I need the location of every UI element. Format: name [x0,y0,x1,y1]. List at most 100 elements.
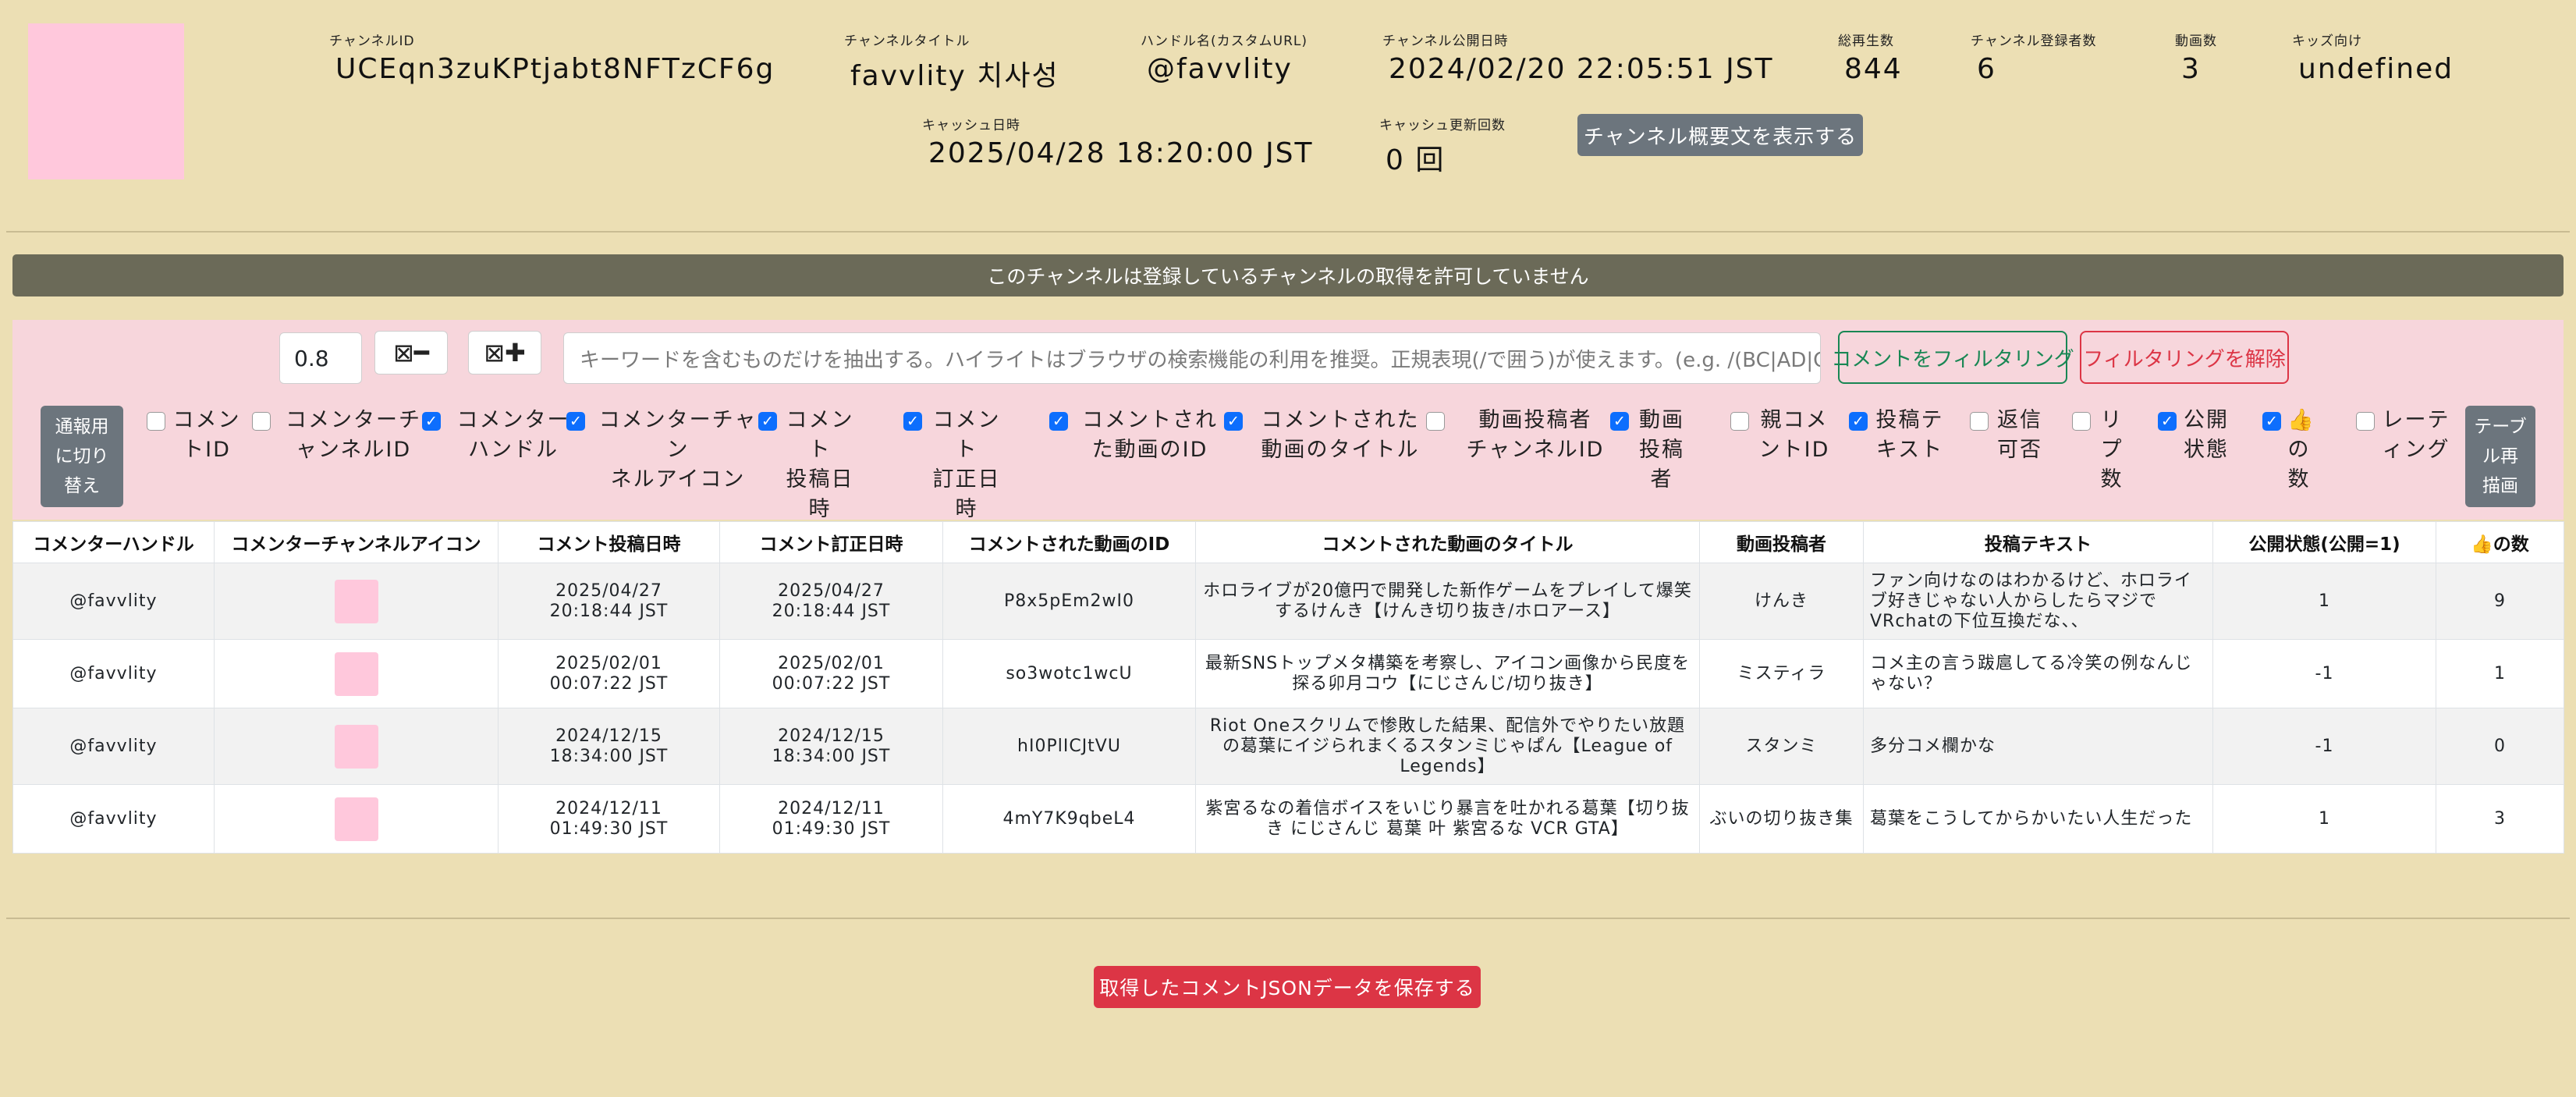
datetime-line: 2024/12/11 [555,798,662,818]
column-checkbox-label-2[interactable]: コメンターチ ャンネルID [279,406,428,465]
subscribers-label: チャンネル登録者数 [1971,34,2097,49]
column-checkbox-label-14[interactable]: リプ数 [2100,406,2124,495]
column-checkbox-label-11[interactable]: 親コメ ントID [1755,406,1833,465]
column-checkbox-label-6[interactable]: コメント 訂正日時 [931,406,1002,524]
cache-count-value: 0 回 [1386,144,1446,176]
column-header[interactable]: 公開状態(公開=1) [2212,521,2436,563]
uploader-cell: スタンミ [1699,708,1864,785]
decrease-button[interactable]: ⊠━ [374,331,448,375]
column-checkbox-label-line: レーテ [2382,408,2450,432]
report-mode-button[interactable]: 通報用 に切り 替え [41,406,123,507]
column-checkbox-label-line: 親コメ [1760,408,1829,432]
column-checkbox-label-line: コメント [932,408,1001,462]
column-checkbox-label-line: リ [2100,408,2124,432]
column-checkbox-2[interactable] [252,412,271,431]
column-checkbox-label-line: 動画投稿者 [1478,408,1592,432]
column-checkbox-13[interactable] [1970,412,1989,431]
column-checkbox-label-8[interactable]: コメントされた 動画のタイトル [1253,406,1428,465]
column-checkbox-label-line: 数 [2100,467,2124,492]
column-header[interactable]: 投稿テキスト [1863,521,2213,563]
clear-filter-button[interactable]: フィルタリングを解除 [2080,331,2289,384]
edited-at-cell: 2024/12/15 18:34:00 JST [719,708,943,785]
column-checkbox-label-15[interactable]: 公開 状態 [2183,406,2230,465]
column-checkbox-15[interactable] [2158,412,2177,431]
uploader-cell: ぶいの切り抜き集 [1699,784,1864,854]
uploader-cell: ミスティラ [1699,639,1864,708]
posted-at-cell: 2024/12/15 18:34:00 JST [498,708,720,785]
column-header[interactable]: コメントされた動画のタイトル [1195,521,1700,563]
column-checkbox-label-3[interactable]: コメンター ハンドル [446,406,580,465]
save-json-button[interactable]: 取得したコメントJSONデータを保存する [1094,966,1481,1008]
kids-value: undefined [2298,53,2454,85]
column-checkbox-17[interactable] [2356,412,2375,431]
column-checkbox-label-line: 可否 [1997,438,2042,462]
video-count-label: 動画数 [2175,34,2217,49]
column-checkbox-label-12[interactable]: 投稿テ キスト [1872,406,1947,465]
column-header[interactable]: コメントされた動画のID [942,521,1196,563]
column-checkbox-label-line: ハンドル [468,438,559,462]
column-checkbox-label-13[interactable]: 返信 可否 [1994,406,2046,465]
show-description-button[interactable]: チャンネル概要文を表示する [1577,114,1863,156]
column-checkbox-10[interactable] [1610,412,1629,431]
column-checkbox-label-9[interactable]: 動画投稿者 チャンネルID [1451,406,1620,465]
column-checkbox-3[interactable] [422,412,441,431]
column-checkbox-14[interactable] [2072,412,2091,431]
divider-top [6,231,2570,233]
column-checkbox-5[interactable] [758,412,777,431]
column-checkbox-label-5[interactable]: コメント 投稿日時 [785,406,855,524]
column-checkbox-label-line: 👍 [2287,408,2315,432]
filter-comments-button[interactable]: コメントをフィルタリング [1831,331,2074,384]
channel-id-value: UCEqn3zuKPtjabt8NFTzCF6g [335,53,775,85]
increase-button[interactable]: ⊠✚ [468,331,541,375]
commenter-icon-cell [214,784,499,854]
datetime-line: 2024/12/15 [778,726,885,746]
commenter-handle-cell: @favvlity [12,784,215,854]
column-checkbox-label-line: コメントされ [1082,408,1218,432]
commenter-handle-cell: @favvlity [12,639,215,708]
column-checkbox-7[interactable] [1049,412,1068,431]
table-row: @favvlity 2025/04/27 20:18:44 JST 2025/04/2… [12,563,2564,640]
column-checkbox-label-16[interactable]: 👍 の数 [2287,406,2315,495]
threshold-input[interactable]: 0.8 [279,332,362,384]
column-checkbox-label-1[interactable]: コメン トID [172,406,242,465]
column-header[interactable]: 動画投稿者 [1699,521,1864,563]
channel-title-value: favvlity 치사성 [850,60,1059,92]
column-checkbox-label-line: 状態 [2184,438,2229,462]
report-mode-line-3: 替え [64,476,100,496]
redraw-table-button[interactable]: テーブ ル再 描画 [2465,406,2535,507]
cache-date-value: 2025/04/28 18:20:00 JST [928,137,1314,169]
column-header[interactable]: 👍の数 [2436,521,2564,563]
channel-handle-label: ハンドル名(カスタムURL) [1141,34,1308,49]
column-checkbox-label-4[interactable]: コメンターチャン ネルアイコン [591,406,765,495]
column-checkbox-9[interactable] [1426,412,1445,431]
column-checkbox-label-line: 投稿日 [786,467,854,492]
keyword-input[interactable]: キーワードを含むものだけを抽出する。ハイライトはブラウザの検索機能の利用を推奨。… [563,332,1821,384]
table-body: @favvlity 2025/04/27 20:18:44 JST 2025/04/2… [12,563,2564,854]
column-checkbox-16[interactable] [2262,412,2281,431]
likes-cell: 9 [2436,563,2564,640]
column-header[interactable]: コメンターハンドル [12,521,215,563]
report-mode-line-1: 通報用 [55,417,109,437]
redraw-line-2: ル再 [2482,446,2518,467]
public-state-cell: -1 [2212,639,2436,708]
column-checkbox-1[interactable] [147,412,165,431]
column-checkbox-8[interactable] [1224,412,1243,431]
public-state-cell: 1 [2212,784,2436,854]
column-header[interactable]: コメント訂正日時 [719,521,943,563]
column-checkbox-label-line: プ [2100,438,2124,462]
column-checkbox-4[interactable] [566,412,585,431]
column-checkbox-label-7[interactable]: コメントされ た動画のID [1077,406,1223,465]
column-checkbox-6[interactable] [903,412,922,431]
column-checkbox-12[interactable] [1849,412,1868,431]
posted-at-cell: 2024/12/11 01:49:30 JST [498,784,720,854]
column-checkbox-label-line: 返信 [1997,408,2042,432]
column-header[interactable]: コメンターチャンネルアイコン [214,521,499,563]
column-checkbox-label-17[interactable]: レーテ ィング [2381,406,2451,465]
column-checkbox-label-line: ャンネルID [295,438,412,462]
report-mode-line-2: に切り [55,446,109,467]
column-checkbox-label-line: 投稿 [1639,438,1684,462]
column-checkbox-label-10[interactable]: 動画 投稿者 [1637,406,1687,495]
comment-text-cell: 葛葉をこうしてからかいたい人生だった [1863,784,2213,854]
column-checkbox-11[interactable] [1730,412,1749,431]
column-header[interactable]: コメント投稿日時 [498,521,720,563]
